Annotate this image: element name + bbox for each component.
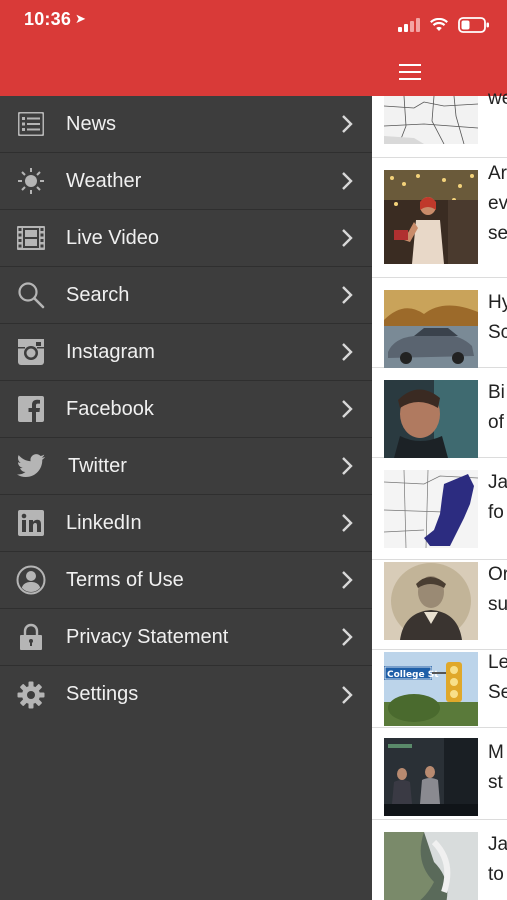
chevron-right-icon (342, 172, 353, 190)
headline-text: Ja fo (488, 472, 507, 523)
menu-item-facebook[interactable]: Facebook (0, 381, 372, 438)
chevron-right-icon (342, 514, 353, 532)
menu-item-linkedin[interactable]: LinkedIn (0, 495, 372, 552)
menu-item-label: Weather (66, 169, 142, 192)
chevron-right-icon (342, 457, 353, 475)
location-arrow-icon: ➤ (75, 11, 87, 26)
battery-icon (458, 17, 489, 33)
facebook-icon (16, 394, 46, 424)
news-feed: we Arevse HySc Biof Jafo Orsu College S (372, 88, 507, 900)
chevron-right-icon (342, 628, 353, 646)
chevron-right-icon (342, 571, 353, 589)
chevron-right-icon (342, 400, 353, 418)
map-thumbnail (384, 470, 478, 548)
news-item[interactable]: Bi of (372, 368, 507, 458)
article-thumbnail: College St (384, 652, 478, 726)
news-item[interactable]: we (372, 88, 507, 158)
cellular-signal-icon (398, 18, 420, 32)
article-thumbnail (384, 738, 478, 816)
menu-item-label: LinkedIn (66, 511, 142, 534)
drawer-header: 10:36 ➤ (0, 0, 372, 96)
street-sign-text: College St (387, 670, 439, 680)
headline-text: Le Se (488, 652, 507, 703)
chevron-right-icon (342, 343, 353, 361)
status-time-text: 10:36 (24, 9, 72, 29)
status-icons (398, 17, 490, 33)
search-icon (16, 280, 46, 310)
menu-item-news[interactable]: News (0, 96, 372, 153)
article-thumbnail (384, 170, 478, 264)
news-item[interactable]: Ja to (372, 820, 507, 900)
person-icon (16, 565, 46, 595)
map-thumbnail (384, 96, 478, 144)
hamburger-menu-button[interactable] (399, 64, 421, 80)
article-thumbnail (384, 380, 478, 458)
article-thumbnail (384, 290, 478, 368)
menu-item-settings[interactable]: Settings (0, 666, 372, 723)
gear-icon (16, 680, 46, 710)
side-drawer: 10:36 ➤ News Weather Live Video Search I… (0, 0, 372, 900)
headline-text: Or su (488, 564, 507, 615)
menu-item-live-video[interactable]: Live Video (0, 210, 372, 267)
film-icon (16, 223, 46, 253)
menu-item-label: Settings (66, 683, 139, 705)
instagram-icon (16, 337, 46, 367)
news-item[interactable]: Ja fo (372, 458, 507, 560)
article-thumbnail (384, 832, 478, 900)
sun-icon (16, 166, 46, 196)
headline-text: Hy Sc (488, 292, 507, 343)
headline-text: Mst (488, 742, 504, 793)
wifi-icon (430, 18, 448, 31)
twitter-icon (16, 451, 46, 481)
menu-item-instagram[interactable]: Instagram (0, 324, 372, 381)
headline-text: Ja to (488, 834, 507, 885)
article-thumbnail (384, 562, 478, 640)
menu-item-twitter[interactable]: Twitter (0, 438, 372, 495)
news-item[interactable]: College St Le Se (372, 650, 507, 728)
menu-item-label: Privacy Statement (66, 625, 229, 648)
menu-item-label: Search (66, 283, 130, 306)
menu-item-label: Terms of Use (66, 568, 184, 591)
drawer-menu: News Weather Live Video Search Instagram… (0, 96, 372, 723)
news-item[interactable]: Mst (372, 728, 507, 820)
chevron-right-icon (342, 286, 353, 304)
app-header (372, 0, 507, 96)
chevron-right-icon (342, 115, 353, 133)
chevron-right-icon (342, 229, 353, 247)
chevron-right-icon (342, 685, 353, 704)
menu-item-weather[interactable]: Weather (0, 153, 372, 210)
menu-item-label: News (66, 112, 117, 135)
headline-text: Ar ev se (488, 163, 507, 244)
linkedin-icon (16, 508, 46, 538)
headline-text: Bi of (488, 382, 505, 433)
lock-icon (16, 622, 46, 652)
menu-item-label: Instagram (66, 340, 155, 363)
menu-item-label: Facebook (66, 397, 154, 420)
news-item[interactable]: Ar ev se (372, 158, 507, 278)
headline-text: we (488, 88, 507, 109)
menu-item-search[interactable]: Search (0, 267, 372, 324)
menu-item-privacy-statement[interactable]: Privacy Statement (0, 609, 372, 666)
status-time: 10:36 ➤ (24, 9, 86, 30)
menu-item-terms-of-use[interactable]: Terms of Use (0, 552, 372, 609)
menu-item-label: Twitter (68, 454, 127, 477)
main-content: we Arevse HySc Biof Jafo Orsu College S (372, 0, 507, 900)
list-icon (16, 109, 46, 139)
news-item[interactable]: Or su (372, 560, 507, 650)
menu-item-label: Live Video (66, 226, 160, 249)
news-item[interactable]: Hy Sc (372, 278, 507, 368)
